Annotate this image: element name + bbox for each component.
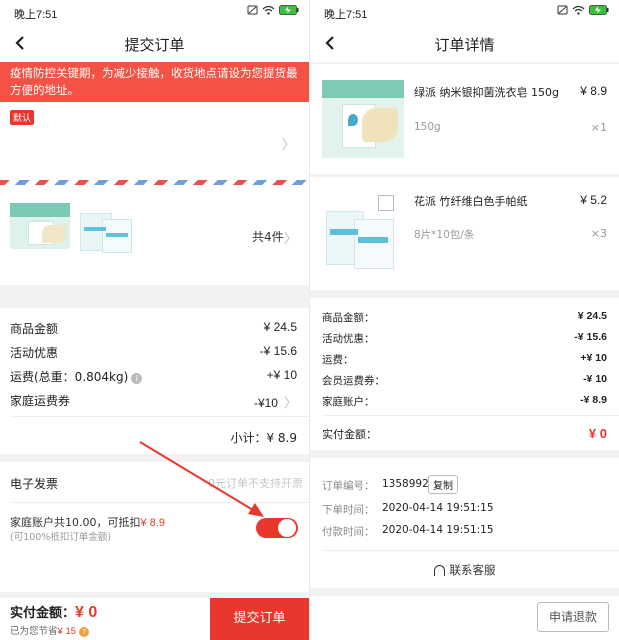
copy-button[interactable]: 复制 xyxy=(428,475,458,494)
product-name: 绿派 纳米银抑菌洗衣皂 150g xyxy=(414,86,559,99)
product-item[interactable]: 绿派 纳米银抑菌洗衣皂 150g ¥ 8.9 150g ×1 xyxy=(310,64,619,174)
apply-refund-label: 申请退款 xyxy=(548,610,597,624)
order-info: 订单编号： 1358992 复制 下单时间： 2020-04-14 19:51:… xyxy=(310,458,619,588)
product-qty: ×3 xyxy=(590,227,607,240)
order-time-label: 下单时间： xyxy=(322,504,375,516)
pay-time-label: 付款时间： xyxy=(322,526,375,538)
status-bar: 晚上7:51 xyxy=(310,0,619,24)
divider xyxy=(322,550,619,551)
pay-label: 实付金额： xyxy=(10,606,76,621)
product-item[interactable]: 花派 竹纤维白色手帕纸 ¥ 5.2 8片*10包/条 ×3 xyxy=(310,177,619,290)
product-price: ¥ 5.2 xyxy=(580,193,607,207)
summary-row: 活动优惠： -¥ 15.6 xyxy=(322,331,607,345)
product-spec: 150g xyxy=(414,121,441,133)
paid-row: 实付金额： ¥ 0 xyxy=(322,426,607,441)
product-spec: 8片*10包/条 xyxy=(414,229,475,241)
apply-refund-button[interactable]: 申请退款 xyxy=(537,602,609,632)
summary-row: 运费： +¥ 10 xyxy=(322,352,607,366)
bottom-bar: 实付金额：¥ 0 已为您节省¥ 15 ? 提交订单 xyxy=(0,598,309,640)
summary-row: 家庭账户： -¥ 8.9 xyxy=(322,394,607,408)
product-qty: ×1 xyxy=(590,121,607,134)
order-time: 2020-04-14 19:51:15 xyxy=(382,502,494,514)
screenshot-root: 晚上7:51 提交订单 疫情防控关键期，为减少接触，收货地点请设为您提货最方便的… xyxy=(0,0,619,640)
product-price: ¥ 8.9 xyxy=(580,84,607,98)
status-icons xyxy=(557,5,609,15)
saved-amount: ¥ 15 xyxy=(57,626,77,637)
pay-amount: ¥ 0 xyxy=(75,604,98,621)
nav-bar: 订单详情 xyxy=(310,24,619,62)
divider xyxy=(322,415,619,416)
order-no-label: 订单编号： xyxy=(322,480,375,492)
summary-row: 会员运费券： -¥ 10 xyxy=(322,373,607,387)
help-icon[interactable]: ? xyxy=(79,627,90,637)
order-detail-screen: 晚上7:51 订单详情 绿派 纳米银抑菌洗衣皂 150g ¥ 8.9 150g … xyxy=(310,0,619,640)
headset-icon xyxy=(433,565,445,576)
wifi-icon xyxy=(572,5,585,15)
bottom-bar: 申请退款 xyxy=(310,596,619,640)
sim-icon xyxy=(557,5,568,15)
order-summary: 商品金额： ¥ 24.5 活动优惠： -¥ 15.6 运费： +¥ 10 会员运费券：… xyxy=(310,298,619,450)
pay-time: 2020-04-14 19:51:15 xyxy=(382,524,494,536)
contact-service-label: 联系客服 xyxy=(449,563,496,577)
annotation-arrow xyxy=(139,441,264,517)
battery-charging-icon xyxy=(589,5,609,15)
submit-order-label: 提交订单 xyxy=(233,611,286,626)
submit-order-button[interactable]: 提交订单 xyxy=(210,598,309,640)
submit-order-screen: 晚上7:51 提交订单 疫情防控关键期，为减少接触，收货地点请设为您提货最方便的… xyxy=(0,0,309,640)
status-time: 晚上7:51 xyxy=(324,9,368,21)
product-image-tissue xyxy=(322,189,404,275)
contact-service-button[interactable]: 联系客服 xyxy=(310,562,619,578)
order-no: 1358992 xyxy=(382,478,429,490)
product-image-soap xyxy=(322,80,404,158)
saved-label: 已为您节省 xyxy=(10,626,58,637)
summary-row: 商品金额： ¥ 24.5 xyxy=(322,310,607,324)
page-title: 订单详情 xyxy=(434,36,495,54)
product-name: 花派 竹纤维白色手帕纸 xyxy=(414,195,528,208)
